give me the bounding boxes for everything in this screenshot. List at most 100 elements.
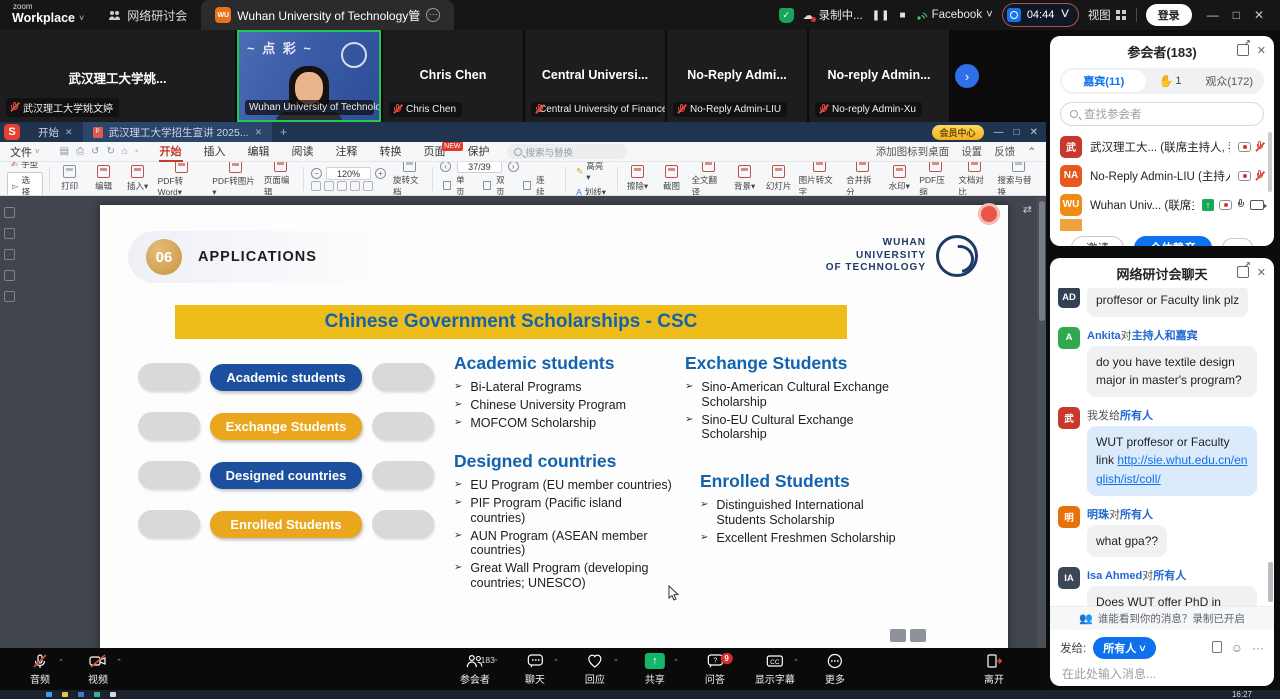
mute-all-button[interactable]: 全体静音 <box>1134 236 1212 246</box>
window-maximize-button[interactable]: □ <box>1233 8 1240 22</box>
save-icon[interactable]: ▤ <box>60 146 69 157</box>
close-tab-icon[interactable]: ✕ <box>65 127 73 138</box>
insert-button[interactable]: 插入▾ <box>121 165 155 192</box>
document-scrollbar[interactable] <box>1037 197 1046 650</box>
video-button[interactable]: 视频 ⌃ <box>72 653 124 686</box>
wps-search-box[interactable]: 搜索与替换 <box>507 144 627 159</box>
chevron-up-icon[interactable]: ⌃ <box>493 658 499 666</box>
zoom-workplace-menu[interactable]: zoom Workplace ˅ <box>0 5 94 25</box>
raised-hands-indicator[interactable]: ✋1 <box>1146 74 1195 88</box>
collapse-ribbon-icon[interactable]: ⌃ <box>1027 146 1036 158</box>
next-page-button[interactable]: › <box>508 162 519 172</box>
menu-convert[interactable]: 转换 <box>369 142 413 162</box>
video-tile[interactable]: 武汉理工大学姚... 武汉理工大学姚文婷 <box>0 30 235 122</box>
pdf-page[interactable]: 06 APPLICATIONS WUHAN UNIVERSITY OF TECH… <box>100 205 1008 650</box>
zoom-in-button[interactable]: + <box>375 168 386 179</box>
attach-file-icon[interactable] <box>1212 641 1222 653</box>
next-page-videos-button[interactable]: › <box>955 64 979 88</box>
new-tab-button[interactable]: + <box>272 125 295 139</box>
continuous-mode-button[interactable]: 连续 <box>520 174 558 197</box>
participants-button[interactable]: 183 参会者 ⌃ <box>449 653 501 686</box>
pdf-to-image-button[interactable]: PDF转图片▾ <box>209 162 261 196</box>
chevron-up-icon[interactable]: ⌃ <box>613 658 619 666</box>
fit-page-button[interactable] <box>324 181 334 191</box>
wps-logo[interactable]: S <box>4 124 20 140</box>
actual-size-button[interactable] <box>337 181 347 191</box>
meeting-timer[interactable]: 04:44 ˅ <box>1002 3 1079 27</box>
chevron-up-icon[interactable]: ⌃ <box>553 658 559 666</box>
outline-icon[interactable] <box>4 249 15 260</box>
background-button[interactable]: 背景▾ <box>728 165 762 192</box>
popout-icon[interactable] <box>1237 266 1249 278</box>
thumbnails-icon[interactable] <box>4 228 15 239</box>
chevron-up-icon[interactable]: ⌃ <box>116 658 122 666</box>
tab-webinar[interactable]: 网络研讨会 <box>94 0 201 30</box>
fit-width-button[interactable] <box>311 181 321 191</box>
merge-split-button[interactable]: 合并拆分 <box>843 162 882 196</box>
slideshow-button[interactable]: 幻灯片 <box>762 165 796 192</box>
rotate-left-button[interactable] <box>350 181 360 191</box>
tab-audience[interactable]: 观众(172) <box>1194 73 1264 89</box>
close-tab-icon[interactable]: ✕ <box>255 127 263 138</box>
facebook-live-button[interactable]: Facebook ˅ <box>916 9 993 21</box>
leave-button[interactable]: 离开 <box>968 653 1020 686</box>
wps-close-button[interactable]: ✕ <box>1030 127 1038 138</box>
page-view-buttons[interactable] <box>890 629 926 642</box>
popout-icon[interactable] <box>1237 44 1249 56</box>
wps-tab-home[interactable]: 开始✕ <box>28 122 83 142</box>
chevron-up-icon[interactable]: ⌃ <box>673 658 679 666</box>
participant-row-partial[interactable] <box>1050 219 1274 231</box>
captions-button[interactable]: CC 显示字幕 ⌃ <box>749 653 801 686</box>
screenshot-button[interactable]: 截图 <box>654 165 688 192</box>
video-tile[interactable]: No-Reply Admi... No-Reply Admin-LIU <box>667 30 807 122</box>
video-tile-active-speaker[interactable]: ~ 点 彩 ~ Wuhan University of Technology <box>237 30 381 122</box>
chat-more-icon[interactable]: ··· <box>1252 641 1264 655</box>
participant-row[interactable]: WU Wuhan Univ... (联席主持人) ↑ <box>1050 190 1274 219</box>
wps-minimize-button[interactable]: — <box>994 127 1004 138</box>
menu-annotate[interactable]: 注释 <box>325 142 369 162</box>
print-button[interactable]: 打印 <box>53 165 87 192</box>
menu-insert[interactable]: 插入 <box>193 142 237 162</box>
more-button[interactable]: 更多 <box>809 653 861 686</box>
edit-button[interactable]: 编辑 <box>87 165 121 192</box>
participants-scrollbar[interactable] <box>1268 132 1272 192</box>
doc-compare-button[interactable]: 文档对比 <box>955 162 994 196</box>
video-tile[interactable]: Chris Chen Chris Chen <box>383 30 523 122</box>
menu-start[interactable]: 开始 <box>149 142 193 162</box>
erase-button[interactable]: 擦除▾ <box>620 165 654 192</box>
participant-row[interactable]: 武 武汉理工大... (联席主持人, 我) <box>1050 132 1274 161</box>
window-minimize-button[interactable]: — <box>1207 8 1219 22</box>
single-page-mode-button[interactable]: 单页 <box>440 174 478 197</box>
chat-scrollbar[interactable] <box>1268 562 1273 602</box>
collapse-panel-icon[interactable]: ⇄ <box>1023 203 1032 216</box>
emoji-icon[interactable]: ☺ <box>1231 641 1243 655</box>
chat-link[interactable]: http://sie.whut.edu.cn/english/ist/coll/ <box>1096 453 1247 486</box>
feedback-button[interactable]: 反馈 <box>994 144 1015 159</box>
tab-guests[interactable]: 嘉宾(11) <box>1062 70 1146 92</box>
highlight-button[interactable]: ✎高亮▾ <box>572 162 610 184</box>
rotate-right-button[interactable] <box>363 181 373 191</box>
page-edit-button[interactable]: 页面编辑 <box>261 162 300 196</box>
two-page-mode-button[interactable]: 双页 <box>480 174 518 197</box>
wps-tab-document[interactable]: P 武汉理工大学招生宣讲 2025...✕ <box>83 122 273 142</box>
menu-protect[interactable]: 保护 <box>457 142 501 162</box>
menu-read[interactable]: 阅读 <box>281 142 325 162</box>
send-to-selector[interactable]: 所有人 ˅ <box>1093 637 1155 659</box>
login-button[interactable]: 登录 <box>1146 4 1192 26</box>
view-button[interactable]: 视图 <box>1088 7 1127 23</box>
window-close-button[interactable]: ✕ <box>1254 8 1264 22</box>
redo-icon[interactable]: ↻ <box>107 146 115 157</box>
video-tile[interactable]: No-reply Admin... No-reply Admin-Xu <box>809 30 949 122</box>
participant-row[interactable]: NA No-Reply Admin-LIU (主持人) <box>1050 161 1274 190</box>
close-icon[interactable]: ✕ <box>1257 266 1266 279</box>
stop-recording-button[interactable]: ■ <box>900 10 907 21</box>
pause-recording-button[interactable]: ❚❚ <box>872 10 891 21</box>
print-icon[interactable]: ⎙ <box>76 146 84 157</box>
invite-button[interactable]: 邀请 <box>1071 236 1124 246</box>
zoom-out-button[interactable]: − <box>311 168 322 179</box>
menu-edit[interactable]: 编辑 <box>237 142 281 162</box>
menu-page[interactable]: 页面NEW <box>413 142 457 162</box>
annotation-list-icon[interactable] <box>4 270 15 281</box>
undo-icon[interactable]: ↺ <box>91 146 99 157</box>
zoom-level[interactable]: 120% <box>326 167 371 180</box>
